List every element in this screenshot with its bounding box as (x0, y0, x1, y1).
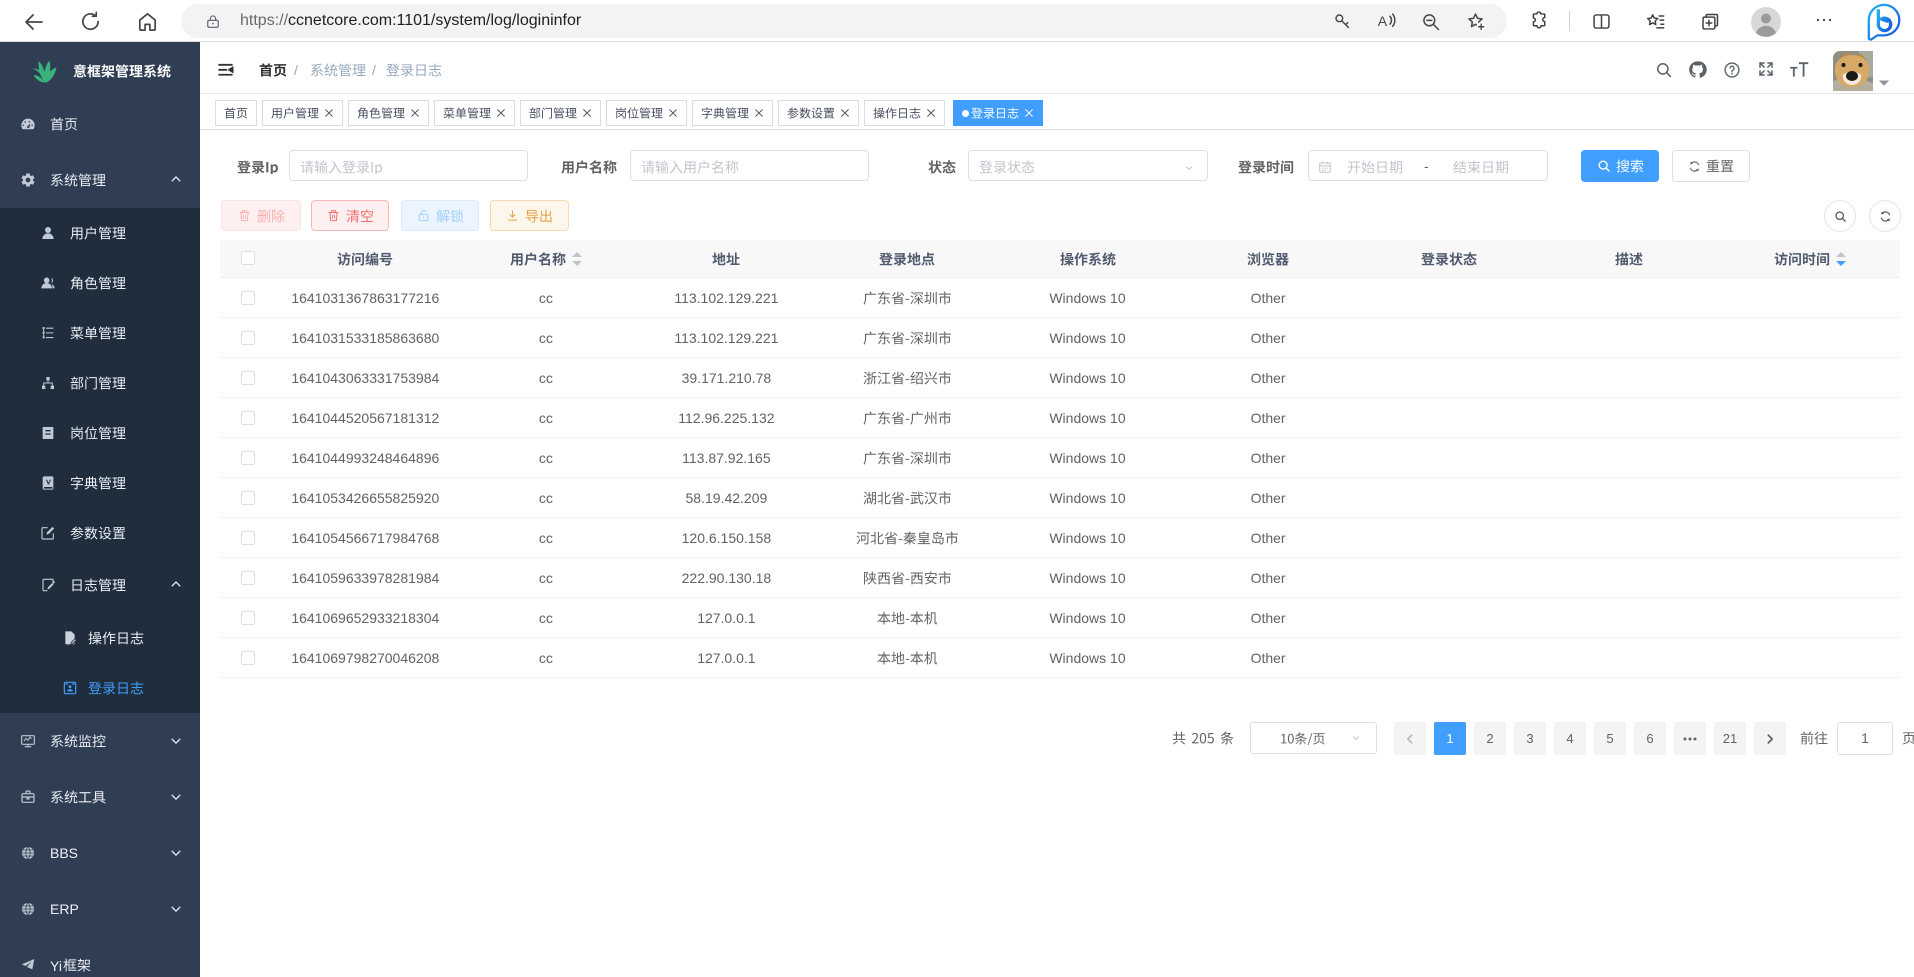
svg-text:A: A (1378, 13, 1388, 29)
